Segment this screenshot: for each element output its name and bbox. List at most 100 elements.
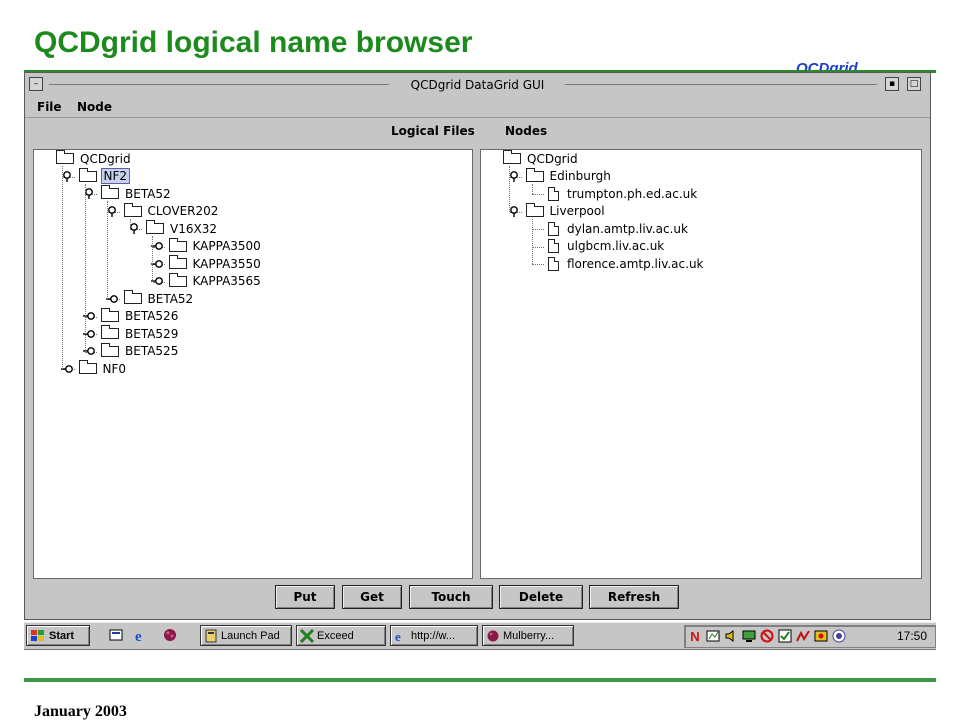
blocked-icon[interactable] bbox=[759, 629, 775, 645]
panel-header: Logical Files Nodes bbox=[25, 117, 930, 148]
get-button[interactable]: Get bbox=[342, 585, 402, 609]
tree-node-label: ulgbcm.liv.ac.uk bbox=[567, 239, 665, 253]
tree-node-label: Edinburgh bbox=[549, 169, 611, 183]
tree-folder-node[interactable]: QCDgrid bbox=[503, 150, 580, 167]
tree-node-label: BETA529 bbox=[125, 326, 179, 341]
windows-logo-icon bbox=[31, 629, 44, 641]
folder-icon bbox=[146, 220, 164, 234]
task-launch-pad[interactable]: Launch Pad bbox=[200, 625, 292, 646]
desktop-icon[interactable] bbox=[108, 627, 124, 643]
task-mulberry[interactable]: Mulberry... bbox=[482, 625, 574, 646]
tree-folder-node[interactable]: V16X32 bbox=[130, 220, 219, 237]
touch-button[interactable]: Touch bbox=[409, 585, 493, 609]
mulberry-quick-icon[interactable] bbox=[162, 627, 178, 643]
logical-files-tree[interactable]: QCDgrid NF2 BETA52 CLOVER202 V16X32 KAPPA3500… bbox=[33, 149, 473, 579]
svg-text:e: e bbox=[135, 629, 142, 643]
tree-folder-node[interactable]: BETA526 bbox=[83, 307, 180, 325]
tree-folder-node[interactable]: CLOVER202 bbox=[107, 202, 221, 220]
task-label: Mulberry... bbox=[503, 629, 555, 642]
minimize-icon[interactable]: ▪ bbox=[885, 77, 899, 91]
folder-icon bbox=[78, 167, 97, 182]
tree-folder-node[interactable]: KAPPA3565 bbox=[150, 272, 263, 290]
tree-file-node[interactable]: ulgbcm.liv.ac.uk bbox=[548, 238, 666, 255]
start-label: Start bbox=[49, 629, 75, 642]
task-browser[interactable]: e http://w... bbox=[390, 625, 478, 646]
tree-guide-line bbox=[531, 183, 533, 194]
tree-folder-node[interactable]: BETA52 bbox=[105, 290, 196, 307]
tree-guide-line bbox=[129, 218, 131, 229]
file-icon bbox=[548, 256, 559, 271]
tree-guide-line bbox=[152, 236, 153, 282]
tree-node-label: KAPPA3565 bbox=[192, 274, 261, 288]
footer-date: January 2003 bbox=[34, 703, 127, 720]
tree-node-label: Liverpool bbox=[549, 204, 605, 218]
folder-icon bbox=[101, 342, 119, 357]
internet-explorer-icon[interactable]: e bbox=[134, 627, 150, 643]
tree-guide-line bbox=[509, 166, 510, 212]
folder-icon bbox=[525, 167, 544, 182]
activity-icon[interactable] bbox=[795, 629, 811, 645]
delete-button[interactable]: Delete bbox=[499, 585, 583, 609]
refresh-button[interactable]: Refresh bbox=[589, 585, 679, 609]
task-exceed[interactable]: Exceed bbox=[296, 625, 386, 646]
menu-file[interactable]: File bbox=[37, 100, 62, 114]
mulberry-icon bbox=[487, 630, 499, 641]
nodes-header: Nodes bbox=[505, 124, 548, 138]
task-label: http://w... bbox=[411, 629, 456, 642]
tree-folder-node[interactable]: QCDgrid bbox=[56, 150, 133, 167]
antivirus-icon[interactable] bbox=[831, 629, 847, 645]
tree-guide-line bbox=[107, 201, 108, 299]
tree-folder-node[interactable]: NF0 bbox=[60, 360, 129, 377]
nodes-tree[interactable]: QCDgrid Edinburgh trumpton.ph.ed.ac.uk Live… bbox=[480, 149, 922, 579]
logical-files-header: Logical Files bbox=[391, 124, 475, 138]
netscape-icon[interactable]: N bbox=[687, 629, 703, 645]
tree-connector bbox=[532, 246, 544, 248]
split-pane-divider[interactable] bbox=[473, 149, 480, 579]
tree-node-label: KAPPA3500 bbox=[192, 239, 261, 253]
network-icon[interactable] bbox=[705, 629, 721, 645]
tree-folder-node[interactable]: BETA52 bbox=[85, 185, 173, 202]
tree-guide-line bbox=[62, 166, 63, 369]
tree-node-label: V16X32 bbox=[170, 221, 217, 236]
tree-node-label: NF2 bbox=[100, 168, 131, 184]
tree-folder-node[interactable]: KAPPA3500 bbox=[150, 237, 263, 255]
tree-file-node[interactable]: florence.amtp.liv.ac.uk bbox=[548, 255, 706, 272]
file-icon bbox=[548, 221, 559, 236]
start-button[interactable]: Start bbox=[26, 625, 90, 646]
tree-folder-node[interactable]: Liverpool bbox=[509, 202, 607, 220]
tree-folder-node[interactable]: KAPPA3550 bbox=[150, 255, 263, 272]
tree-folder-node[interactable]: BETA525 bbox=[83, 342, 180, 360]
volume-icon[interactable] bbox=[723, 629, 739, 645]
checklist-icon[interactable] bbox=[777, 629, 793, 645]
tree-node-label: KAPPA3550 bbox=[192, 256, 261, 271]
tree-folder-node[interactable]: BETA529 bbox=[83, 325, 180, 342]
maximize-icon[interactable]: □ bbox=[907, 77, 921, 91]
monitor-icon[interactable] bbox=[741, 629, 757, 645]
tree-connector bbox=[532, 229, 544, 230]
window-titlebar[interactable]: – QCDgrid DataGrid GUI ▪ □ bbox=[25, 73, 930, 98]
put-button[interactable]: Put bbox=[275, 585, 335, 609]
display-settings-icon[interactable] bbox=[813, 629, 829, 645]
tree-node-label: QCDgrid bbox=[80, 151, 131, 166]
tree-node-label: florence.amtp.liv.ac.uk bbox=[567, 256, 704, 271]
file-icon bbox=[548, 186, 559, 201]
tree-folder-node[interactable]: NF2 bbox=[62, 167, 131, 185]
tree-connector bbox=[532, 264, 544, 265]
tree-file-node[interactable]: dylan.amtp.liv.ac.uk bbox=[548, 220, 690, 237]
folder-icon bbox=[101, 325, 119, 339]
tree-guide-line bbox=[84, 183, 86, 352]
menu-node[interactable]: Node bbox=[77, 100, 112, 114]
tree-guide-line bbox=[531, 218, 533, 264]
slide-title: QCDgrid logical name browser bbox=[34, 26, 473, 59]
tree-folder-node[interactable]: Edinburgh bbox=[509, 167, 613, 185]
tree-node-label: dylan.amtp.liv.ac.uk bbox=[567, 221, 688, 236]
tree-node-label: trumpton.ph.ed.ac.uk bbox=[567, 186, 698, 201]
menubar: File Node bbox=[25, 97, 930, 117]
folder-icon bbox=[78, 360, 97, 374]
tree-connector bbox=[532, 194, 544, 195]
tree-file-node[interactable]: trumpton.ph.ed.ac.uk bbox=[548, 185, 699, 202]
file-icon bbox=[548, 239, 559, 253]
tree-node-label: BETA525 bbox=[125, 344, 179, 358]
tree-node-label: QCDgrid bbox=[527, 151, 578, 166]
tree-node-label: BETA526 bbox=[125, 309, 179, 323]
